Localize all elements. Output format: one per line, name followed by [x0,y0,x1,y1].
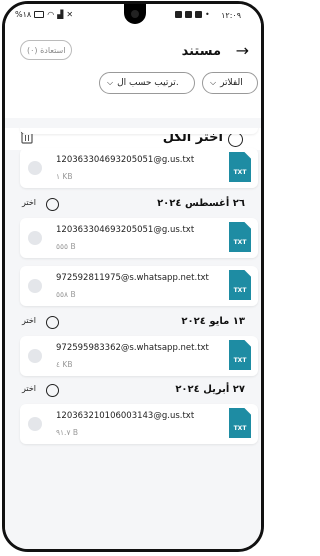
screen: %١٨ ◠ ▟ ✕ • ١٢:٠٩ → مستند استعادة (٠) ⌵ … [5,4,261,549]
file-name: 120363210106003143@g.us.txt [56,411,195,421]
status-time: ١٢:٠٩ [221,11,241,20]
restore-button[interactable]: استعادة (٠) [20,40,73,60]
partial-file-card[interactable] [20,128,258,134]
phone: %١٨ ◠ ▟ ✕ • ١٢:٠٩ → مستند استعادة (٠) ⌵ … [0,0,269,556]
txt-file-icon: TXT [229,152,251,182]
file-select-radio[interactable] [28,161,42,175]
status-icons-left: %١٨ ◠ ▟ ✕ [15,10,73,19]
group-date: ٢٦ أغسطس ٢٠٢٤ [157,198,245,209]
file-card[interactable]: 972595983362@s.whatsapp.net.txt ٤ KB TXT [20,336,258,376]
app-icon [175,11,182,18]
file-card[interactable]: 120363304693205051@g.us.txt ٥٥٥ B TXT [20,218,258,258]
group-choose-label: اختر [22,198,36,207]
app-icon [195,11,202,18]
filters-label: الفلاتر [220,78,243,88]
restore-label: استعادة (٠) [27,45,66,55]
date-group-header: اختر ٢٧ أبريل ٢٠٢٤ [5,380,261,402]
file-size: ٥٥٥ B [56,242,76,251]
battery-icon [34,11,45,18]
page-title: مستند [181,44,221,59]
back-arrow-icon[interactable]: → [236,41,249,60]
dot-icon: • [205,10,210,19]
chevron-down-icon: ⌵ [107,78,114,87]
header: → مستند استعادة (٠) ⌵ الفلاتر ⌵ ترتيب حس… [5,28,261,150]
sort-button[interactable]: ⌵ ترتيب حسب ال. [99,72,195,94]
file-card[interactable]: 120363304693205051@g.us.txt ١ KB TXT [20,148,258,188]
group-select-checkbox[interactable] [46,198,59,211]
file-size: ٤ KB [56,360,73,369]
status-icons-right: • [175,10,210,19]
battery-percent: %١٨ [15,10,32,19]
filters-button[interactable]: ⌵ الفلاتر [202,72,258,94]
date-group-header: اختر ٢٦ أغسطس ٢٠٢٤ [5,194,261,216]
camera-notch [124,4,146,24]
file-select-radio[interactable] [28,349,42,363]
file-name: 120363304693205051@g.us.txt [56,225,195,235]
file-name: 120363304693205051@g.us.txt [56,155,195,165]
file-size: ٩١.٧ B [56,428,79,437]
file-card[interactable]: 120363210106003143@g.us.txt ٩١.٧ B TXT [20,404,258,444]
file-select-radio[interactable] [28,279,42,293]
file-select-radio[interactable] [28,417,42,431]
txt-file-icon: TXT [229,340,251,370]
app-icon [185,11,192,18]
wifi-icon: ◠ [47,10,55,19]
txt-file-icon: TXT [229,270,251,300]
sort-label: ترتيب حسب ال. [117,78,179,88]
file-size: ٥٥٨ B [56,290,76,299]
status-bar: %١٨ ◠ ▟ ✕ • ١٢:٠٩ [5,4,261,28]
group-select-checkbox[interactable] [46,316,59,329]
txt-file-icon: TXT [229,408,251,438]
group-date: ٢٧ أبريل ٢٠٢٤ [175,384,245,395]
file-size: ١ KB [56,172,73,181]
group-choose-label: اختر [22,384,36,393]
file-select-radio[interactable] [28,231,42,245]
file-list: 120363304693205051@g.us.txt ١ KB TXT اخت… [5,128,261,549]
chevron-down-icon: ⌵ [210,78,217,87]
device-frame: %١٨ ◠ ▟ ✕ • ١٢:٠٩ → مستند استعادة (٠) ⌵ … [2,1,264,552]
signal-icon: ▟ [57,10,64,19]
group-date: ١٣ مايو ٢٠٢٤ [181,316,245,327]
file-name: 972592811975@s.whatsapp.net.txt [56,273,209,283]
group-choose-label: اختر [22,316,36,325]
file-card[interactable]: 972592811975@s.whatsapp.net.txt ٥٥٨ B TX… [20,266,258,306]
file-name: 972595983362@s.whatsapp.net.txt [56,343,209,353]
date-group-header: اختر ١٣ مايو ٢٠٢٤ [5,312,261,334]
mute-icon: ✕ [66,10,74,19]
txt-file-icon: TXT [229,222,251,252]
group-select-checkbox[interactable] [46,384,59,397]
